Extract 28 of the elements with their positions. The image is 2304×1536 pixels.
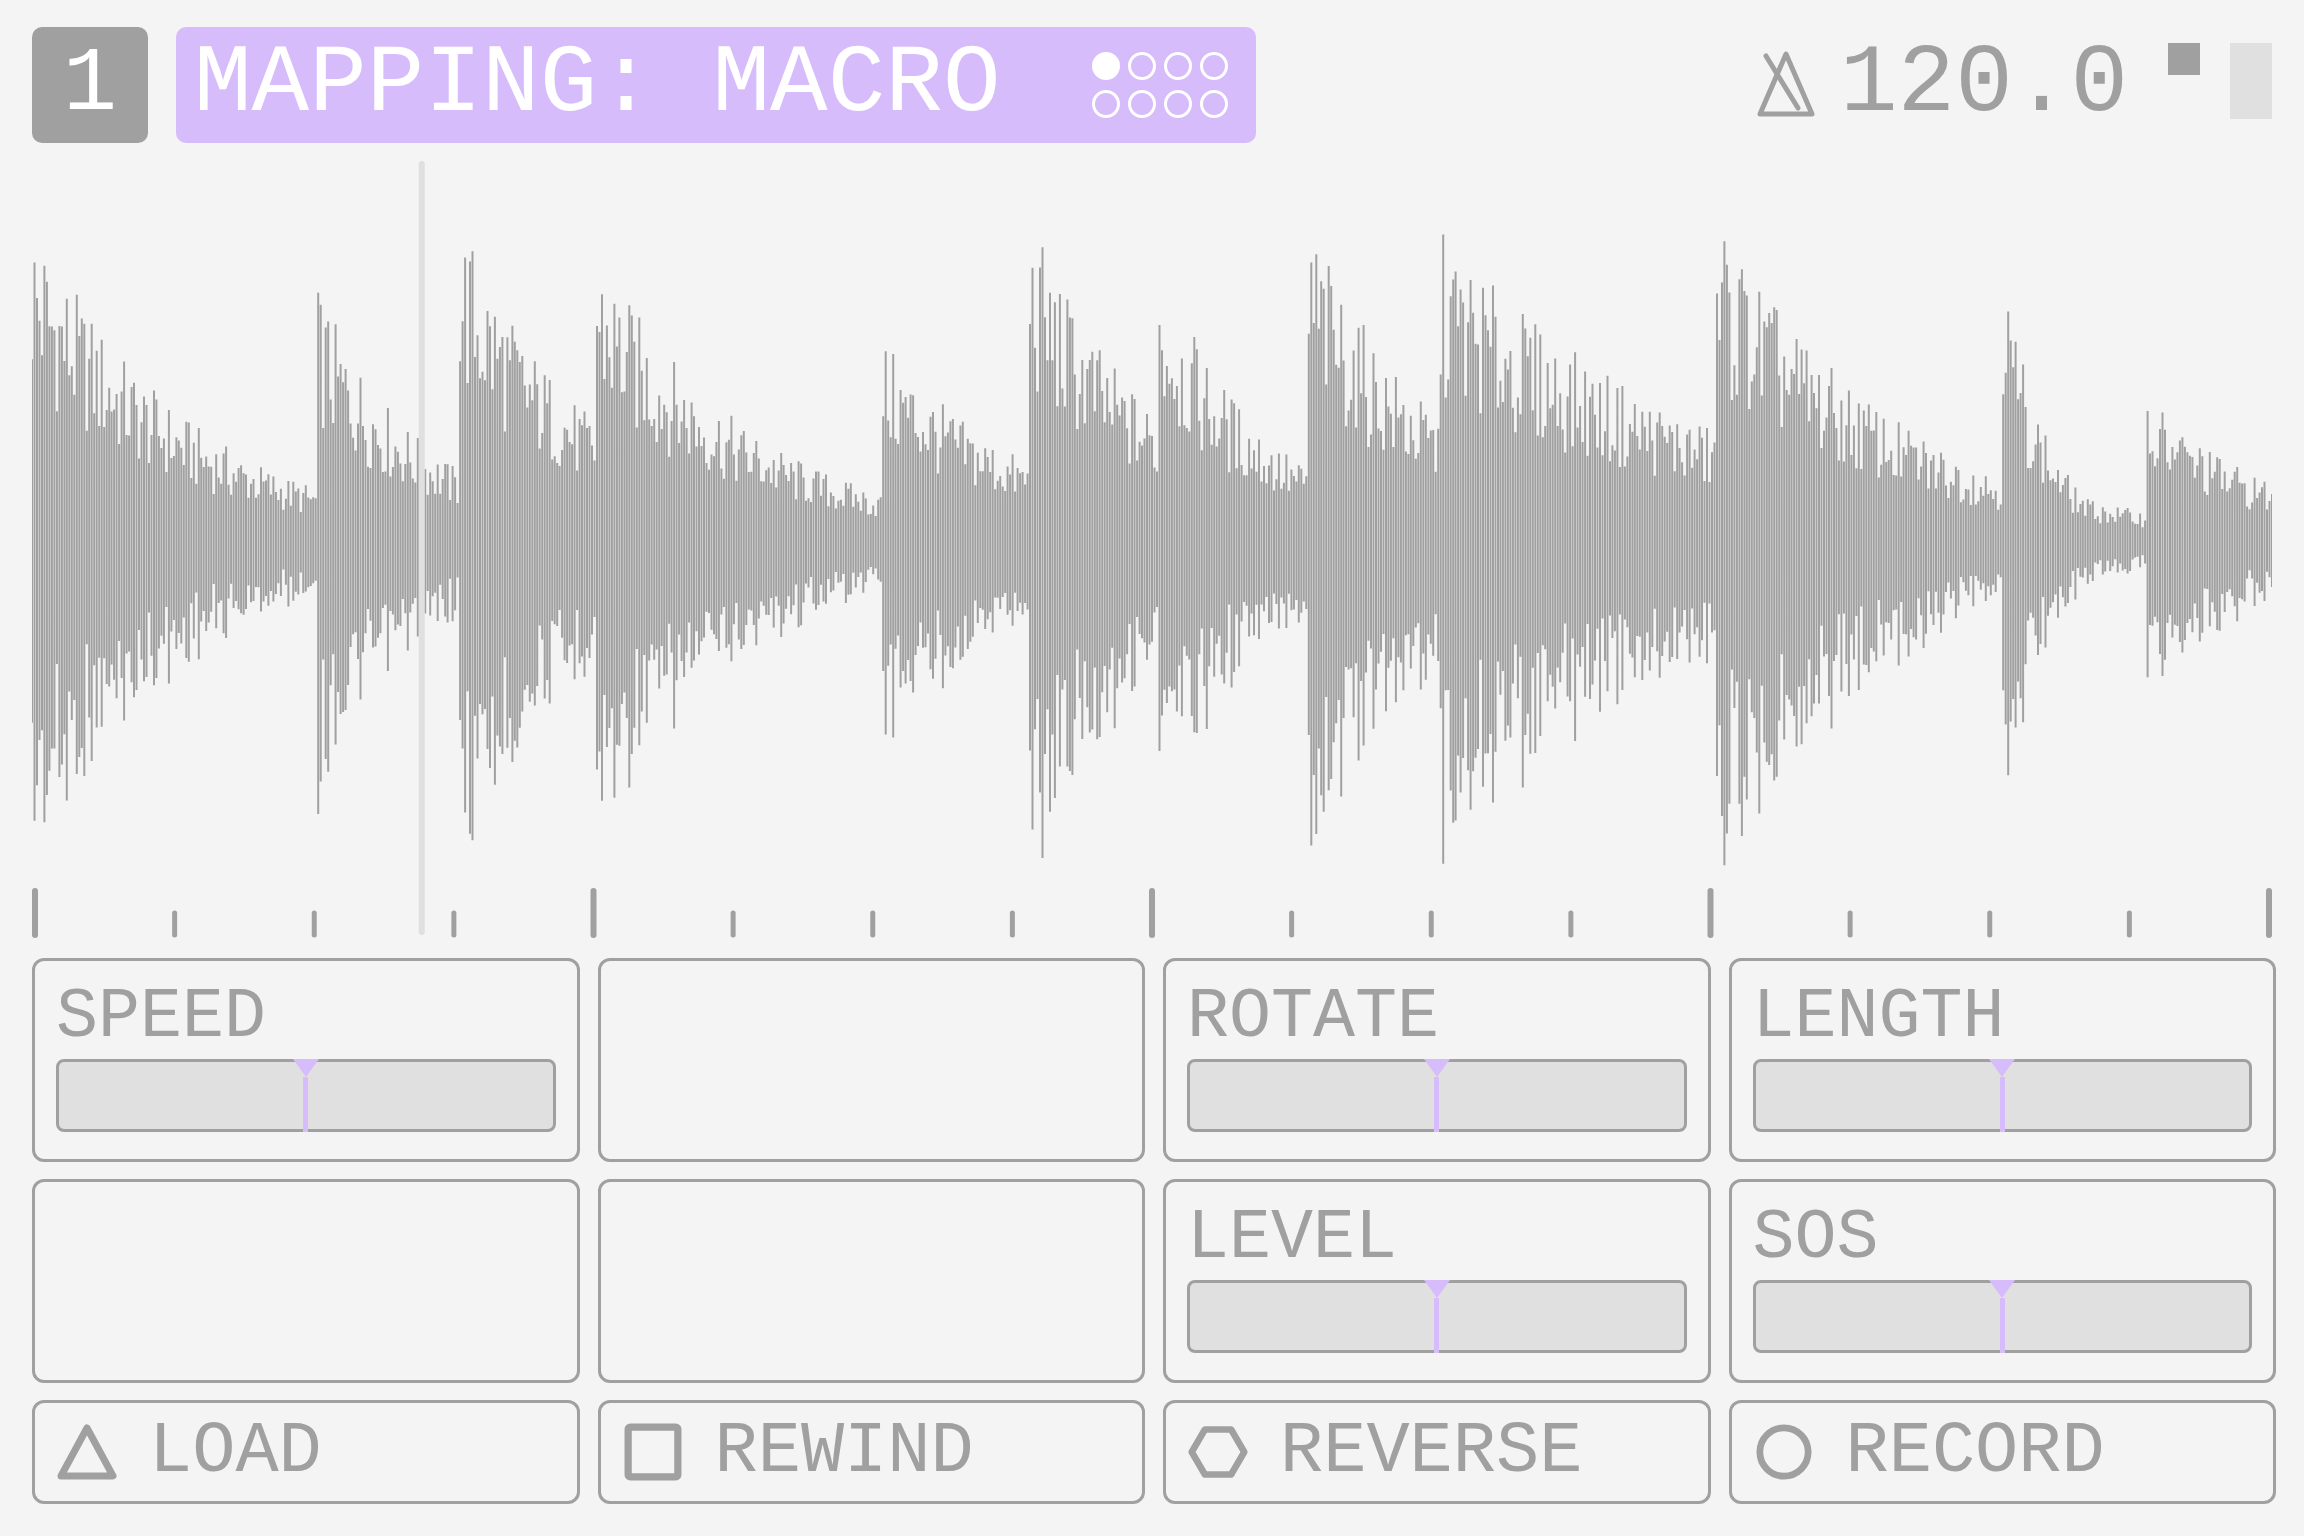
- control-label: ROTATE: [1187, 983, 1441, 1059]
- control-label: LEVEL: [1187, 1204, 1399, 1280]
- mapping-label: MAPPING: MACRO: [194, 35, 1001, 135]
- track-number: 1: [32, 27, 148, 143]
- hexagon-icon: [1188, 1423, 1248, 1481]
- status-square-icon: [2168, 43, 2200, 75]
- slider-track[interactable]: [1752, 1280, 2252, 1353]
- slider-track[interactable]: [1752, 1059, 2252, 1132]
- triangle-icon: [57, 1423, 117, 1481]
- tempo-value: 120.0: [1839, 35, 2128, 135]
- action-button[interactable]: REWIND: [597, 1400, 1145, 1504]
- action-button[interactable]: RECORD: [1728, 1400, 2276, 1504]
- control-label: SOS: [1752, 1204, 1880, 1280]
- slider-thumb[interactable]: [292, 1059, 319, 1132]
- square-icon: [622, 1423, 683, 1481]
- slider-thumb[interactable]: [1423, 1059, 1450, 1132]
- control-label: SPEED: [56, 983, 268, 1059]
- mapping-bar[interactable]: MAPPING: MACRO: [176, 27, 1256, 143]
- slider-thumb[interactable]: [1423, 1280, 1450, 1353]
- circle-icon: [1753, 1423, 1814, 1481]
- control-label: LENGTH: [1752, 983, 2006, 1059]
- action-button[interactable]: REVERSE: [1163, 1400, 1711, 1504]
- slider-track[interactable]: [1187, 1059, 1687, 1132]
- slider-track[interactable]: [56, 1059, 556, 1132]
- action-button[interactable]: LOAD: [32, 1400, 580, 1504]
- slider-thumb[interactable]: [1989, 1059, 2016, 1132]
- slider-track[interactable]: [1187, 1280, 1687, 1353]
- slider-thumb[interactable]: [1989, 1280, 2016, 1353]
